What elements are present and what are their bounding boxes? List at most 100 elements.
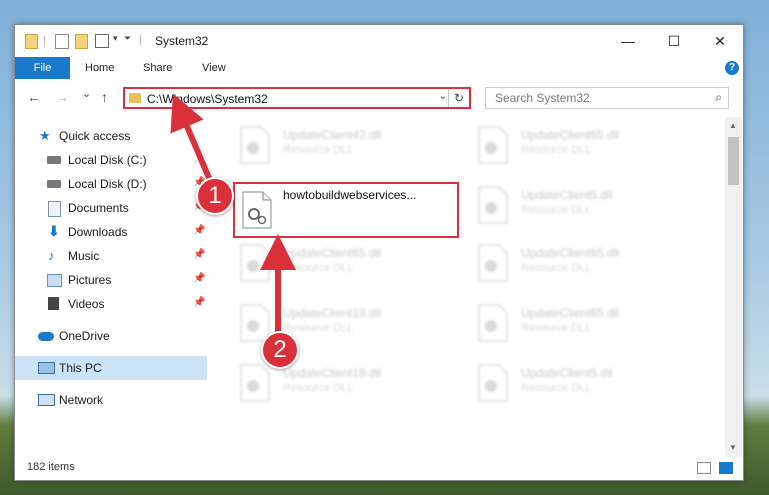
large-icons-view-icon[interactable]	[719, 462, 733, 474]
sidebar-item-videos[interactable]: Videos 📌	[15, 292, 207, 316]
chevron-down-icon[interactable]: ▾	[113, 33, 118, 44]
pin-icon: 📌	[193, 273, 206, 284]
file-type: Resource DLL	[521, 382, 592, 394]
file-name: UpdateClient65.dll	[283, 246, 382, 260]
customize-toolbar-icon[interactable]	[95, 34, 109, 48]
up-button[interactable]: ↑	[101, 89, 108, 105]
address-path[interactable]: C:\Windows\System32	[147, 92, 268, 106]
list-item[interactable]: UpdateClient5.dll Resource DLL	[449, 360, 674, 410]
title-bar: | ▾ ⏷ | System32 — ☐ ✕	[15, 25, 743, 57]
separator: |	[43, 33, 47, 47]
scroll-down-icon[interactable]: ▼	[729, 443, 737, 452]
sidebar-item-downloads[interactable]: ⬇ Downloads 📌	[15, 220, 207, 244]
forward-button[interactable]: →	[55, 89, 69, 105]
computer-icon	[38, 362, 55, 374]
window-title: System32	[155, 34, 209, 48]
list-item[interactable]: UpdateClient5.dll Resource DLL	[449, 182, 674, 232]
details-view-icon[interactable]	[697, 462, 711, 474]
navigation-pane: ★ Quick access Local Disk (C:) 📌 Local D…	[15, 117, 211, 457]
folder-icon	[25, 34, 38, 49]
minimize-button[interactable]: —	[605, 25, 651, 57]
tab-share[interactable]: Share	[143, 57, 172, 79]
drive-icon	[47, 180, 61, 188]
star-icon: ★	[39, 128, 51, 143]
separator: |	[139, 32, 143, 46]
file-name: UpdateClient19.dll	[283, 366, 382, 380]
dll-file-icon	[478, 126, 508, 164]
close-button[interactable]: ✕	[697, 25, 743, 57]
music-icon: ♪	[48, 248, 55, 263]
sidebar-item-local-disk-d[interactable]: Local Disk (D:) 📌	[15, 172, 207, 196]
search-box[interactable]: Search System32 ⌕	[485, 87, 729, 109]
sidebar-item-label: Videos	[68, 297, 105, 311]
address-bar[interactable]: C:\Windows\System32 ⌄ ↻	[123, 87, 471, 109]
file-explorer-window: | ▾ ⏷ | System32 — ☐ ✕ File Home Share V…	[14, 24, 744, 481]
pin-icon: 📌	[193, 297, 206, 308]
new-folder-icon[interactable]	[75, 34, 88, 49]
dropdown-arrow-icon[interactable]: ⏷	[124, 33, 131, 44]
dll-file-icon	[240, 126, 270, 164]
sidebar-item-label: Quick access	[59, 129, 131, 143]
list-item[interactable]: UpdateClient65.dll Resource DLL	[449, 122, 674, 172]
file-type: Resource DLL	[283, 262, 354, 274]
sidebar-item-local-disk-c[interactable]: Local Disk (C:) 📌	[15, 148, 207, 172]
list-item[interactable]: UpdateClient19.dll Resource DLL	[211, 300, 436, 350]
dll-file-icon	[478, 304, 508, 342]
sidebar-item-quick-access[interactable]: ★ Quick access	[15, 124, 207, 148]
list-item[interactable]: UpdateClient65.dll Resource DLL	[449, 300, 674, 350]
folder-icon	[129, 93, 141, 103]
tab-home[interactable]: Home	[85, 57, 114, 79]
file-name: UpdateClient65.dll	[521, 128, 620, 142]
pictures-icon	[47, 274, 62, 287]
documents-icon	[48, 201, 61, 217]
sidebar-item-label: Music	[68, 249, 100, 263]
maximize-button[interactable]: ☐	[651, 25, 697, 57]
recent-locations-button[interactable]: ⌄	[82, 87, 91, 100]
file-type: Resource DLL	[283, 144, 354, 156]
list-item[interactable]: UpdateClient19.dll Resource DLL	[211, 360, 436, 410]
search-icon[interactable]: ⌕	[715, 90, 722, 105]
file-name: UpdateClient5.dll	[521, 188, 613, 202]
back-button[interactable]: ←	[27, 89, 41, 105]
sidebar-item-documents[interactable]: Documents 📌	[15, 196, 207, 220]
properties-icon[interactable]	[55, 34, 69, 49]
file-name: UpdateClient65.dll	[521, 246, 620, 260]
scrollbar-thumb[interactable]	[728, 137, 739, 185]
refresh-button[interactable]: ↻	[448, 89, 469, 107]
file-name: UpdateClient5.dll	[521, 366, 613, 380]
dll-file-icon	[478, 364, 508, 402]
sidebar-item-pictures[interactable]: Pictures 📌	[15, 268, 207, 292]
pin-icon: 📌	[193, 249, 206, 260]
tab-view[interactable]: View	[202, 57, 226, 79]
search-input[interactable]: Search System32	[495, 91, 590, 105]
list-item[interactable]: UpdateClient42.dll Resource DLL	[211, 122, 436, 172]
drive-icon	[47, 156, 61, 164]
vertical-scrollbar[interactable]: ▲ ▼	[725, 117, 742, 457]
sidebar-item-label: Network	[59, 393, 104, 407]
chevron-down-icon[interactable]: ⌄	[439, 91, 447, 102]
list-item[interactable]: UpdateClient65.dll Resource DLL	[211, 240, 436, 290]
item-count: 182 items	[27, 461, 75, 473]
callout-badge-2: 2	[261, 331, 299, 369]
file-type: Resource DLL	[521, 204, 592, 216]
pin-icon: 📌	[193, 153, 206, 164]
sidebar-item-label: OneDrive	[59, 329, 110, 343]
sidebar-item-this-pc[interactable]: This PC	[15, 356, 207, 380]
tab-file[interactable]: File	[15, 57, 70, 79]
downloads-icon: ⬇	[48, 223, 60, 239]
sidebar-item-music[interactable]: ♪ Music 📌	[15, 244, 207, 268]
cloud-icon	[38, 332, 54, 341]
file-name: UpdateClient65.dll	[521, 306, 620, 320]
sidebar-item-label: Local Disk (C:)	[68, 153, 147, 167]
sidebar-item-network[interactable]: Network	[15, 388, 207, 412]
sidebar-item-onedrive[interactable]: OneDrive	[15, 324, 207, 348]
network-icon	[38, 394, 55, 406]
scroll-up-icon[interactable]: ▲	[729, 121, 737, 130]
file-type: Resource DLL	[521, 322, 592, 334]
navigation-bar: ← → ⌄ ↑ C:\Windows\System32 ⌄ ↻ Search S…	[15, 79, 743, 117]
list-item[interactable]: UpdateClient65.dll Resource DLL	[449, 240, 674, 290]
sidebar-item-label: This PC	[59, 361, 102, 375]
highlighted-file-item[interactable]: howtobuildwebservices...	[233, 182, 459, 238]
sidebar-item-label: Pictures	[68, 273, 112, 287]
help-icon[interactable]: ?	[725, 61, 739, 75]
